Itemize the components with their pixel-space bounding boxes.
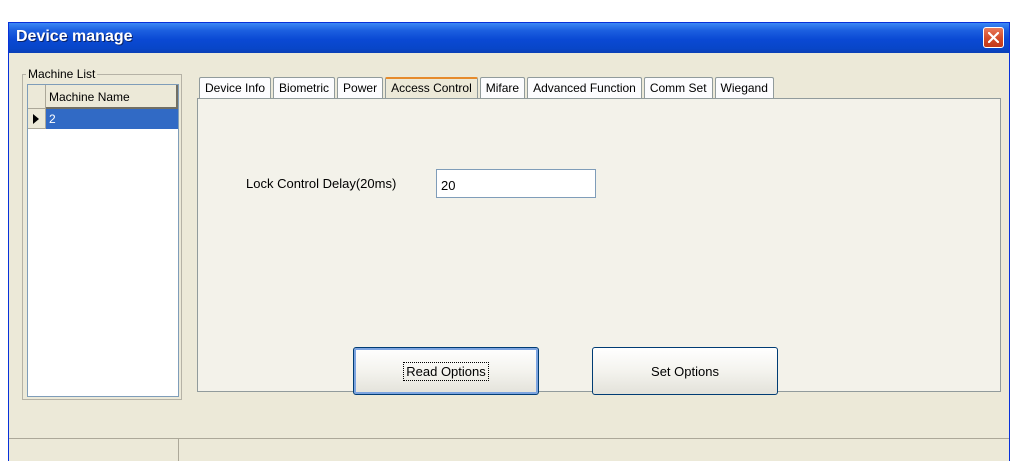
grid-corner: [28, 85, 46, 109]
window-title: Device manage: [16, 28, 133, 45]
lock-control-delay-label: Lock Control Delay(20ms): [246, 176, 397, 191]
close-icon: [988, 32, 999, 43]
close-button[interactable]: [983, 27, 1004, 48]
tab-mifare[interactable]: Mifare: [479, 77, 526, 98]
read-options-label: Read Options: [403, 361, 489, 381]
machine-name-column-header[interactable]: Machine Name: [46, 85, 178, 109]
grid-header: Machine Name: [28, 85, 178, 109]
machine-list-label: Machine List: [26, 67, 98, 81]
row-pointer-icon: [33, 114, 39, 124]
status-bar: [9, 438, 1009, 461]
row-indicator: [28, 109, 46, 129]
machine-grid[interactable]: Machine Name 2: [27, 84, 179, 397]
tab-advanced-function[interactable]: Advanced Function: [527, 77, 642, 98]
tab-access-control[interactable]: Access Control: [385, 77, 478, 98]
tab-power[interactable]: Power: [337, 77, 384, 98]
machine-list-group: Machine List Machine Name 2: [22, 67, 182, 400]
machine-name-cell[interactable]: 2: [46, 109, 178, 129]
title-bar[interactable]: Device manage: [9, 23, 1009, 53]
tab-device-info[interactable]: Device Info: [199, 77, 272, 98]
tab-biometric[interactable]: Biometric: [273, 77, 336, 98]
tab-strip: Device Info Biometric Power Access Contr…: [199, 75, 776, 98]
lock-control-delay-input[interactable]: [436, 169, 596, 198]
read-options-button[interactable]: Read Options: [353, 347, 539, 395]
status-pane: [9, 439, 179, 461]
device-manage-window: Device manage Machine List Machine Name …: [8, 22, 1010, 461]
tab-comm-set[interactable]: Comm Set: [643, 77, 713, 98]
tab-wiegand[interactable]: Wiegand: [714, 77, 774, 98]
set-options-button[interactable]: Set Options: [592, 347, 778, 395]
table-row[interactable]: 2: [28, 109, 178, 129]
access-control-panel: Lock Control Delay(20ms) Read Options Se…: [197, 98, 1001, 395]
